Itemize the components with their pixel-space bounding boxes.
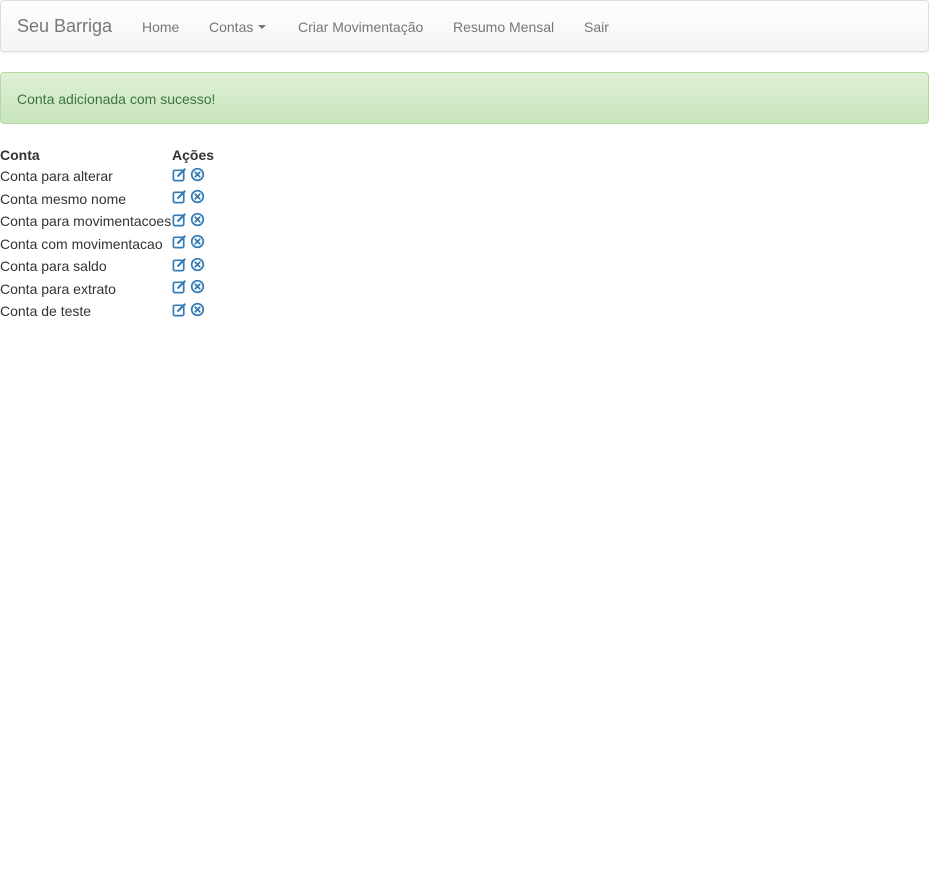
account-actions — [172, 165, 214, 188]
nav-criar-movimentacao[interactable]: Criar Movimentação — [298, 18, 423, 36]
edit-icon[interactable] — [172, 212, 187, 227]
table-row: Conta de teste — [0, 300, 214, 323]
actions-group — [172, 232, 205, 252]
account-actions — [172, 188, 214, 211]
actions-group — [172, 277, 205, 297]
table-row: Conta para movimentacoes — [0, 210, 214, 233]
table-row: Conta para extrato — [0, 278, 214, 301]
account-name: Conta para movimentacoes — [0, 213, 172, 230]
remove-icon[interactable] — [190, 302, 205, 317]
caret-down-icon — [258, 25, 267, 30]
nav-sair[interactable]: Sair — [584, 18, 609, 36]
header-conta: Conta — [0, 147, 40, 163]
alert-message: Conta adicionada com sucesso! — [17, 91, 216, 107]
edit-icon[interactable] — [172, 302, 187, 317]
nav-home[interactable]: Home — [142, 18, 179, 36]
account-name: Conta para extrato — [0, 280, 116, 297]
remove-icon[interactable] — [190, 212, 205, 227]
table-header-row: Conta Ações — [0, 145, 214, 165]
table-row: Conta com movimentacao — [0, 233, 214, 256]
account-name: Conta mesmo nome — [0, 190, 127, 207]
nav-contas-label: Contas — [209, 19, 254, 35]
remove-icon[interactable] — [190, 234, 205, 249]
account-name: Conta para alterar — [0, 168, 113, 185]
edit-icon[interactable] — [172, 167, 187, 182]
actions-group — [172, 299, 205, 319]
top-navbar: Seu Barriga Home Contas Criar Movimentaç… — [0, 0, 929, 52]
account-actions — [172, 210, 214, 233]
table-row: Conta mesmo nome — [0, 188, 214, 211]
actions-group — [172, 164, 205, 184]
account-actions — [172, 255, 214, 278]
nav-contas-dropdown[interactable]: Contas — [209, 18, 267, 36]
table-row: Conta para alterar — [0, 165, 214, 188]
account-actions — [172, 233, 214, 256]
actions-group — [172, 254, 205, 274]
account-actions — [172, 278, 214, 301]
account-name: Conta com movimentacao — [0, 235, 163, 252]
edit-icon[interactable] — [172, 234, 187, 249]
remove-icon[interactable] — [190, 167, 205, 182]
remove-icon[interactable] — [190, 257, 205, 272]
table-row: Conta para saldo — [0, 255, 214, 278]
header-acoes: Ações — [172, 147, 215, 163]
edit-icon[interactable] — [172, 189, 187, 204]
account-name: Conta para saldo — [0, 258, 107, 275]
remove-icon[interactable] — [190, 189, 205, 204]
accounts-table: Conta Ações Conta para alterar Conta mesm… — [0, 145, 214, 323]
success-alert: Conta adicionada com sucesso! — [0, 72, 929, 124]
actions-group — [172, 209, 205, 229]
edit-icon[interactable] — [172, 279, 187, 294]
account-name: Conta de teste — [0, 303, 92, 320]
remove-icon[interactable] — [190, 279, 205, 294]
actions-group — [172, 187, 205, 207]
brand-link[interactable]: Seu Barriga — [17, 16, 112, 36]
nav-resumo-mensal[interactable]: Resumo Mensal — [453, 18, 554, 36]
edit-icon[interactable] — [172, 257, 187, 272]
account-actions — [172, 300, 214, 323]
